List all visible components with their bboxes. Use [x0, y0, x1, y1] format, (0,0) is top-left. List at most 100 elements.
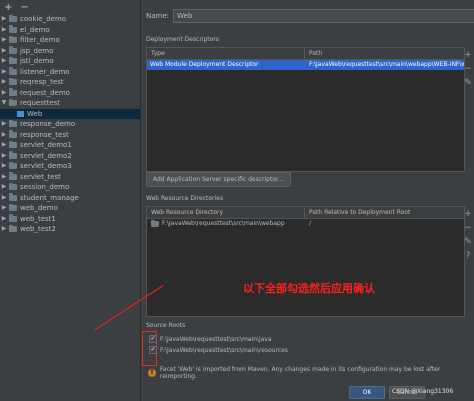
table-row[interactable]: Web Module Deployment Descriptor F:\Java… — [147, 60, 464, 70]
chevron-right-icon[interactable]: ▶ — [0, 25, 8, 36]
module-folder-icon — [9, 161, 17, 170]
tree-item-module[interactable]: ▶ web_test1 — [0, 214, 140, 225]
column-relative-path[interactable]: Path Relative to Deployment Root — [305, 207, 464, 218]
module-folder-icon — [9, 214, 17, 222]
tree-item-label: session_demo — [20, 183, 70, 191]
chevron-right-icon[interactable]: ▶ — [0, 67, 8, 78]
warning-icon: ! — [148, 369, 156, 377]
chevron-right-icon[interactable]: ▶ — [0, 182, 8, 193]
add-server-descriptor-button[interactable]: Add Application Server specific descript… — [146, 172, 291, 187]
remove-icon[interactable]: − — [464, 223, 472, 233]
tree-item-module[interactable]: ▼ requesttest — [0, 98, 140, 109]
chevron-right-icon[interactable]: ▶ — [0, 161, 8, 172]
module-folder-icon — [9, 151, 17, 159]
chevron-right-icon[interactable]: ▶ — [0, 46, 8, 57]
tree-item-module[interactable]: ▶ jsp_demo — [0, 46, 140, 57]
column-type[interactable]: Type — [147, 48, 305, 59]
tree-item-module[interactable]: ▶ web_demo — [0, 203, 140, 214]
tree-item-module[interactable]: ▶ cookie_demo — [0, 14, 140, 25]
chevron-right-icon[interactable]: ▶ — [0, 56, 8, 67]
module-tree: ▶ cookie_demo ▶ el_demo ▶ filter_demo ▶ jsp_dem… — [0, 14, 140, 235]
tree-item-module[interactable]: ▶ reqresp_test — [0, 77, 140, 88]
module-folder-icon — [9, 172, 17, 180]
tree-item-web-facet[interactable]: Web — [0, 108, 140, 119]
module-folder-icon — [9, 203, 17, 212]
module-folder-icon — [9, 88, 17, 96]
chevron-down-icon[interactable]: ▼ — [0, 98, 8, 109]
chevron-right-icon[interactable]: ▶ — [0, 224, 8, 235]
module-folder-icon — [9, 182, 17, 191]
column-web-resource-directory[interactable]: Web Resource Directory — [147, 207, 305, 218]
name-input[interactable]: Web — [173, 9, 474, 23]
remove-icon[interactable]: − — [20, 2, 28, 13]
chevron-right-icon[interactable]: ▶ — [0, 193, 8, 204]
tree-item-module[interactable]: ▶ servlet_test — [0, 172, 140, 183]
module-folder-icon — [9, 224, 17, 233]
chevron-right-icon[interactable]: ▶ — [0, 119, 8, 130]
column-path[interactable]: Path — [305, 48, 464, 59]
help-icon[interactable]: ? — [466, 251, 471, 261]
module-folder-icon — [9, 119, 17, 128]
tree-item-label: Web — [27, 109, 43, 118]
tree-item-label: servlet_demo3 — [20, 162, 72, 170]
module-folder-icon — [9, 140, 17, 149]
deployment-descriptors-table: Type Path Web Module Deployment Descript… — [146, 47, 465, 172]
tree-item-module[interactable]: ▶ servlet_demo2 — [0, 151, 140, 162]
chevron-right-icon[interactable]: ▶ — [0, 130, 8, 141]
chevron-right-icon[interactable]: ▶ — [0, 88, 8, 99]
source-root-row[interactable]: ✓ F:\JavaWeb\requesttest\src\main\resour… — [149, 346, 288, 354]
edit-icon[interactable]: ✎ — [464, 78, 472, 88]
source-roots-title: Source Roots — [146, 322, 186, 329]
tree-item-module[interactable]: ▶ el_demo — [0, 25, 140, 36]
table-row[interactable]: F:\JavaWeb\requesttest\src\main\webapp / — [147, 219, 464, 229]
ok-button[interactable]: OK — [349, 386, 385, 399]
deployment-side-tools: + − ✎ — [463, 50, 473, 88]
tree-item-label: requesttest — [20, 99, 61, 107]
annotation-text: 以下全部勾选然后应用确认 — [243, 282, 375, 295]
add-icon[interactable]: + — [464, 209, 472, 219]
edit-icon[interactable]: ✎ — [464, 237, 472, 247]
add-icon[interactable]: + — [464, 50, 472, 60]
tree-item-module[interactable]: ▶ listener_demo — [0, 67, 140, 78]
tree-item-module[interactable]: ▶ web_test2 — [0, 224, 140, 235]
web-resource-directories-title: Web Resource Directories — [146, 195, 223, 202]
tree-item-label: jsp_demo — [20, 46, 54, 55]
tree-item-module[interactable]: ▶ servlet_demo3 — [0, 161, 140, 172]
deployment-descriptors-title: Deployment Descriptors — [146, 36, 219, 43]
module-folder-icon — [9, 46, 17, 54]
chevron-right-icon[interactable]: ▶ — [0, 77, 8, 88]
tree-item-module[interactable]: ▶ filter_demo — [0, 35, 140, 46]
tree-toolbar: + − — [0, 0, 140, 14]
source-root-checkbox[interactable]: ✓ — [149, 346, 157, 354]
module-folder-icon — [9, 25, 17, 33]
tree-item-module[interactable]: ▶ request_demo — [0, 88, 140, 99]
tree-item-label: web_demo — [20, 204, 58, 212]
web-facet-icon — [17, 110, 24, 117]
tree-item-label: filter_demo — [20, 36, 60, 44]
chevron-right-icon[interactable]: ▶ — [0, 203, 8, 214]
tree-item-module[interactable]: ▶ response_test — [0, 130, 140, 141]
chevron-right-icon[interactable]: ▶ — [0, 214, 8, 225]
module-folder-icon — [9, 77, 17, 86]
chevron-right-icon[interactable]: ▶ — [0, 140, 8, 151]
tree-item-module[interactable]: ▶ jstl_demo — [0, 56, 140, 67]
module-folder-icon — [9, 14, 17, 23]
tree-item-module[interactable]: ▶ session_demo — [0, 182, 140, 193]
chevron-right-icon[interactable]: ▶ — [0, 172, 8, 183]
module-folder-icon — [9, 35, 17, 44]
tree-item-module[interactable]: ▶ servlet_demo1 — [0, 140, 140, 151]
tree-item-module[interactable]: ▶ response_demo — [0, 119, 140, 130]
table-header: Web Resource Directory Path Relative to … — [147, 207, 464, 219]
source-root-checkbox[interactable]: ✓ — [149, 335, 157, 343]
chevron-right-icon[interactable]: ▶ — [0, 35, 8, 46]
chevron-right-icon[interactable]: ▶ — [0, 14, 8, 25]
module-folder-icon — [9, 98, 17, 107]
add-icon[interactable]: + — [4, 2, 12, 13]
source-root-row[interactable]: ✓ F:\JavaWeb\requesttest\src\main\java — [149, 335, 272, 343]
tree-item-module[interactable]: ▶ student_manage — [0, 193, 140, 204]
remove-icon[interactable]: − — [464, 64, 472, 74]
chevron-right-icon[interactable]: ▶ — [0, 151, 8, 162]
tree-item-label: student_manage — [20, 193, 79, 202]
tree-item-label: servlet_demo1 — [20, 141, 72, 149]
resource-directory: F:\JavaWeb\requesttest\src\main\webapp — [162, 220, 285, 227]
